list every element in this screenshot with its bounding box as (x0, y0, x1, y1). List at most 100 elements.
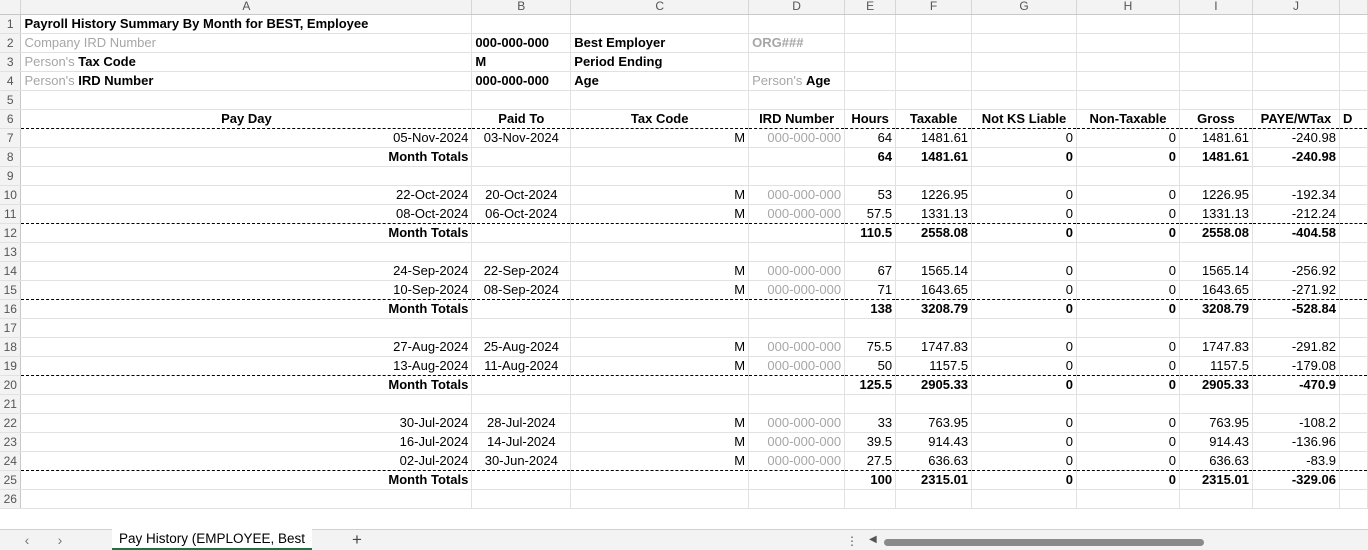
tax-code-value[interactable]: M (471, 52, 572, 72)
paid-to-cell[interactable]: 28-Jul-2024 (471, 413, 572, 433)
cell[interactable] (1179, 33, 1253, 53)
paid-to-cell[interactable] (471, 242, 572, 262)
ird-number-cell[interactable]: 000-000-000 (748, 356, 846, 376)
paye-wtax-cell[interactable]: -83.9 (1252, 451, 1340, 471)
cell[interactable] (20, 90, 473, 110)
tax-code-cell[interactable]: M (570, 451, 750, 471)
ird-number-cell[interactable] (748, 489, 846, 509)
gross-cell[interactable]: 914.43 (1179, 432, 1253, 452)
row-header[interactable]: 14 (0, 261, 22, 281)
paye-wtax-cell[interactable] (1252, 166, 1340, 186)
gross-cell[interactable] (1179, 489, 1253, 509)
paid-to-cell[interactable]: 06-Oct-2024 (471, 204, 572, 224)
org-code[interactable]: ORG### (748, 33, 846, 53)
paid-to-cell[interactable]: 08-Sep-2024 (471, 280, 572, 300)
cell[interactable] (895, 33, 973, 53)
cell[interactable] (1339, 356, 1368, 376)
age-label[interactable]: Age (570, 71, 750, 91)
header-paid-to[interactable]: Paid To (471, 109, 572, 129)
non-taxable-cell[interactable]: 0 (1076, 337, 1180, 357)
ird-number-cell[interactable]: 000-000-000 (748, 432, 846, 452)
taxable-cell[interactable]: 1481.61 (895, 147, 973, 167)
cell[interactable] (1252, 14, 1340, 34)
tax-code-cell[interactable] (570, 223, 750, 243)
row-header[interactable]: 9 (0, 166, 22, 186)
taxable-cell[interactable] (895, 242, 973, 262)
row-header[interactable]: 23 (0, 432, 22, 452)
cell[interactable] (1339, 394, 1368, 414)
not-ks-liable-cell[interactable]: 0 (971, 432, 1078, 452)
scroll-left-arrow-icon[interactable]: ◀ (869, 534, 877, 545)
gross-cell[interactable]: 2558.08 (1179, 223, 1253, 243)
non-taxable-cell[interactable]: 0 (1076, 185, 1180, 205)
gross-cell[interactable]: 2905.33 (1179, 375, 1253, 395)
paye-wtax-cell[interactable]: -136.96 (1252, 432, 1340, 452)
paye-wtax-cell[interactable]: -212.24 (1252, 204, 1340, 224)
non-taxable-cell[interactable]: 0 (1076, 204, 1180, 224)
cell[interactable] (471, 90, 572, 110)
column-header[interactable]: C (570, 0, 750, 15)
ird-number-cell[interactable] (748, 166, 846, 186)
row-header[interactable]: 5 (0, 90, 22, 110)
paye-wtax-cell[interactable] (1252, 318, 1340, 338)
hours-cell[interactable]: 71 (844, 280, 897, 300)
taxable-cell[interactable]: 1157.5 (895, 356, 973, 376)
cell[interactable] (1339, 90, 1368, 110)
cell[interactable] (748, 90, 846, 110)
row-header[interactable]: 21 (0, 394, 22, 414)
sheet-tab-pay-history[interactable]: Pay History (EMPLOYEE, Best (112, 529, 312, 550)
non-taxable-cell[interactable] (1076, 394, 1180, 414)
ird-number-cell[interactable]: 000-000-000 (748, 280, 846, 300)
non-taxable-cell[interactable] (1076, 242, 1180, 262)
not-ks-liable-cell[interactable]: 0 (971, 223, 1078, 243)
tax-code-cell[interactable] (570, 470, 750, 490)
paye-wtax-cell[interactable]: -108.2 (1252, 413, 1340, 433)
non-taxable-cell[interactable]: 0 (1076, 432, 1180, 452)
hours-cell[interactable] (844, 318, 897, 338)
paid-to-cell[interactable]: 22-Sep-2024 (471, 261, 572, 281)
tax-code-cell[interactable] (570, 242, 750, 262)
ird-number-cell[interactable]: 000-000-000 (748, 451, 846, 471)
cell[interactable] (895, 14, 973, 34)
cell[interactable] (844, 14, 897, 34)
taxable-cell[interactable] (895, 318, 973, 338)
tax-code-cell[interactable]: M (570, 413, 750, 433)
pay-day-cell[interactable]: 30-Jul-2024 (20, 413, 473, 433)
column-header[interactable]: I (1179, 0, 1253, 15)
row-header[interactable]: 10 (0, 185, 22, 205)
ird-number-cell[interactable] (748, 318, 846, 338)
ird-number-label-cell[interactable]: Person's IRD Number (20, 71, 473, 91)
ird-number-cell[interactable] (748, 242, 846, 262)
hours-cell[interactable]: 53 (844, 185, 897, 205)
add-sheet-button[interactable]: + (352, 531, 362, 549)
taxable-cell[interactable]: 914.43 (895, 432, 973, 452)
gross-cell[interactable]: 636.63 (1179, 451, 1253, 471)
paye-wtax-cell[interactable] (1252, 242, 1340, 262)
cell[interactable] (1339, 71, 1368, 91)
taxable-cell[interactable]: 1565.14 (895, 261, 973, 281)
row-header[interactable]: 1 (0, 14, 22, 34)
cell[interactable] (971, 52, 1078, 72)
pay-day-cell[interactable]: Month Totals (20, 470, 473, 490)
cell[interactable] (1076, 52, 1180, 72)
column-header[interactable] (1339, 0, 1368, 15)
cell[interactable] (971, 14, 1078, 34)
cell[interactable] (895, 90, 973, 110)
row-header[interactable]: 20 (0, 375, 22, 395)
taxable-cell[interactable]: 3208.79 (895, 299, 973, 319)
row-header[interactable]: 12 (0, 223, 22, 243)
column-header[interactable]: J (1252, 0, 1340, 15)
tax-code-cell[interactable] (570, 394, 750, 414)
ird-number-cell[interactable]: 000-000-000 (748, 128, 846, 148)
row-header[interactable]: 19 (0, 356, 22, 376)
pay-day-cell[interactable]: 27-Aug-2024 (20, 337, 473, 357)
column-header[interactable]: G (971, 0, 1078, 15)
cell[interactable] (844, 90, 897, 110)
ird-number-cell[interactable]: 000-000-000 (748, 204, 846, 224)
hours-cell[interactable] (844, 489, 897, 509)
cell[interactable] (1339, 432, 1368, 452)
cell[interactable] (471, 14, 572, 34)
cell[interactable] (1339, 242, 1368, 262)
cell[interactable] (1339, 14, 1368, 34)
row-header[interactable]: 2 (0, 33, 22, 53)
